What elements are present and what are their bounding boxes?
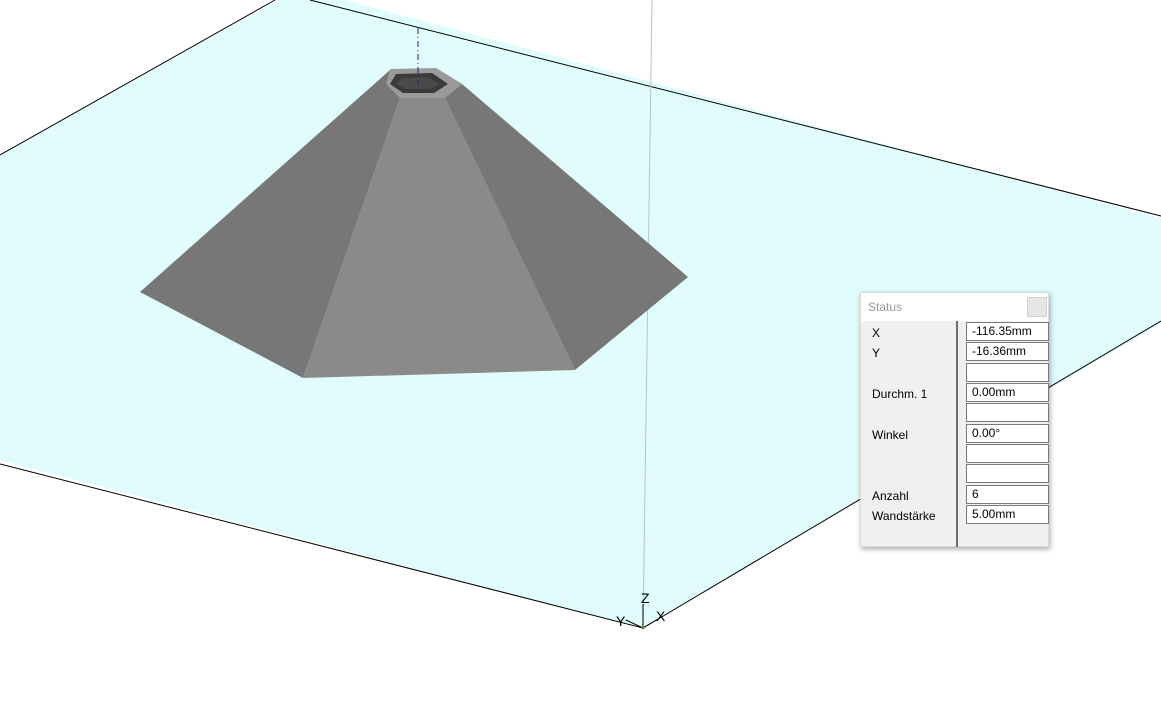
value-durchmesser-field[interactable]: 0.00mm (966, 383, 1049, 402)
value-winkel-field[interactable]: 0.00° (966, 424, 1049, 443)
value-empty-1-field[interactable] (966, 363, 1049, 382)
axis-label-y: Y (616, 613, 626, 629)
value-empty-2-field[interactable] (966, 403, 1049, 422)
label-y: Y (872, 346, 881, 360)
value-y-field[interactable]: -16.36mm (966, 342, 1049, 361)
axis-label-x: X (656, 608, 666, 624)
label-x: X (872, 326, 881, 340)
value-wandstaerke-field[interactable]: 5.00mm (966, 505, 1049, 524)
value-x-field[interactable]: -116.35mm (966, 322, 1049, 341)
status-close-button[interactable] (1027, 297, 1047, 317)
value-empty-4-field[interactable] (966, 464, 1049, 483)
label-winkel: Winkel (872, 428, 909, 442)
label-wandstaerke: Wandstärke (872, 509, 936, 523)
label-durchmesser: Durchm. 1 (872, 387, 928, 401)
status-column-divider (956, 321, 958, 547)
status-panel[interactable]: Status X -116.35mm Y -16.36mm Durchm. 1 … (860, 292, 1049, 547)
status-titlebar[interactable]: Status (861, 293, 1048, 321)
axis-label-z: Z (641, 590, 650, 606)
label-anzahl: Anzahl (872, 489, 909, 503)
value-empty-3-field[interactable] (966, 444, 1049, 463)
status-title: Status (868, 300, 903, 314)
value-anzahl-field[interactable]: 6 (966, 485, 1049, 504)
